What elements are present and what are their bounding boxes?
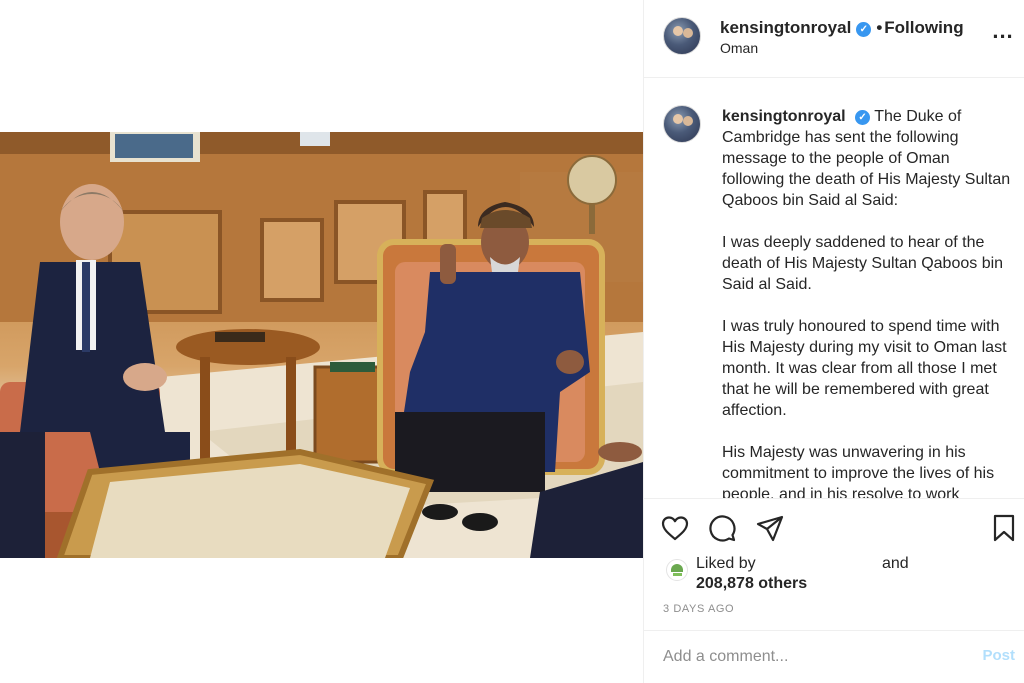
caption-avatar[interactable] xyxy=(663,105,701,143)
post-location[interactable]: Oman xyxy=(720,40,758,56)
post-image-pane xyxy=(0,0,643,683)
liked-by-label: Liked by xyxy=(696,555,756,572)
following-button[interactable]: Following xyxy=(884,18,963,37)
post-photo[interactable] xyxy=(0,132,643,558)
heart-icon[interactable] xyxy=(660,513,690,543)
post-timestamp[interactable]: 3 DAYS AGO xyxy=(663,603,734,615)
caption-paragraph-3: I was truly honoured to spend time with … xyxy=(722,318,1007,419)
comment-icon[interactable] xyxy=(707,513,737,543)
more-options-icon[interactable]: ... xyxy=(991,20,1015,48)
author-line: kensingtonroyal ✓ • Following xyxy=(720,18,964,38)
likes-summary: Liked by and 208,878 others xyxy=(663,553,1013,597)
post-side-panel: kensingtonroyal ✓ • Following Oman ... kens… xyxy=(643,0,1024,683)
post-actions: Liked by and 208,878 others 3 DAYS AGO xyxy=(644,498,1024,630)
caption-area: kensingtonroyal ✓ The Duke of Cambridge … xyxy=(644,79,1024,498)
verified-badge-icon: ✓ xyxy=(855,110,871,125)
and-label: and xyxy=(882,555,909,572)
liker-avatar[interactable] xyxy=(666,559,688,581)
caption-text: kensingtonroyal ✓ The Duke of Cambridge … xyxy=(722,106,1012,498)
author-avatar[interactable] xyxy=(663,17,701,55)
caption-username[interactable]: kensingtonroyal xyxy=(722,108,846,125)
caption-paragraph-4: His Majesty was unwavering in his commit… xyxy=(722,444,995,498)
verified-badge-icon: ✓ xyxy=(856,22,872,37)
photo-illustration xyxy=(0,132,643,558)
post-header: kensingtonroyal ✓ • Following Oman ... xyxy=(644,0,1024,78)
bookmark-icon[interactable] xyxy=(989,513,1019,543)
separator-dot: • xyxy=(876,18,883,37)
share-icon[interactable] xyxy=(755,513,785,543)
comment-input[interactable] xyxy=(663,645,953,669)
post-comment-button[interactable]: Post xyxy=(982,647,1015,664)
author-username[interactable]: kensingtonroyal xyxy=(720,18,851,37)
caption-paragraph-2: I was deeply saddened to hear of the dea… xyxy=(722,234,1004,293)
likes-count-link[interactable]: 208,878 others xyxy=(696,575,807,593)
add-comment-form: Post xyxy=(644,630,1024,683)
caption-paragraph-1: kensingtonroyal ✓ The Duke of Cambridge … xyxy=(722,106,1012,211)
